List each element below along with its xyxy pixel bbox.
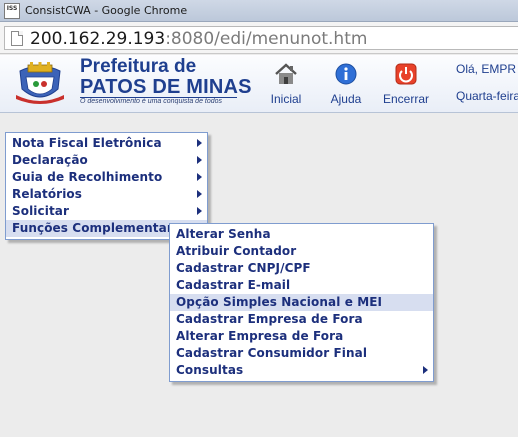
submenu-arrow-icon xyxy=(197,156,202,164)
submenu-arrow-icon xyxy=(423,366,428,374)
submenu-item-label: Cadastrar Consumidor Final xyxy=(176,346,368,360)
submenu-item-alterar-senha[interactable]: Alterar Senha xyxy=(170,226,433,243)
help-button[interactable]: Ajuda xyxy=(326,63,366,106)
menu-item-label: Solicitar xyxy=(12,204,69,218)
menu-item-label: Relatórios xyxy=(12,187,82,201)
menu-item-guia[interactable]: Guia de Recolhimento xyxy=(6,169,207,186)
site-header: Prefeitura de PATOS DE MINAS O desenvolv… xyxy=(0,55,518,113)
menu-item-declaracao[interactable]: Declaração xyxy=(6,152,207,169)
power-icon xyxy=(395,63,417,85)
help-label: Ajuda xyxy=(330,92,362,106)
submenu-arrow-icon xyxy=(197,190,202,198)
submenu-item-cadastrar-email[interactable]: Cadastrar E-mail xyxy=(170,277,433,294)
submenu-item-label: Alterar Senha xyxy=(176,227,271,241)
url-path: :8080/edi/menunot.htm xyxy=(165,29,368,49)
submenu-item-label: Cadastrar CNPJ/CPF xyxy=(176,261,311,275)
current-date: Quarta-feira xyxy=(456,89,518,103)
submenu-arrow-icon xyxy=(197,173,202,181)
submenu-item-label: Atribuir Contador xyxy=(176,244,297,258)
submenu-item-alterar-empresa-fora[interactable]: Alterar Empresa de Fora xyxy=(170,328,433,345)
window-titlebar: ISS ConsistCWA - Google Chrome xyxy=(0,0,518,22)
menu-item-solicitar[interactable]: Solicitar xyxy=(6,203,207,220)
submenu-item-label: Cadastrar Empresa de Fora xyxy=(176,312,363,326)
url-text: 200.162.29.193:8080/edi/menunot.htm xyxy=(30,29,367,49)
menu-item-label: Guia de Recolhimento xyxy=(12,170,163,184)
window-title: ConsistCWA - Google Chrome xyxy=(25,4,188,17)
user-greeting: Olá, EMPR xyxy=(456,62,517,76)
submenu-item-cadastrar-consumidor[interactable]: Cadastrar Consumidor Final xyxy=(170,345,433,362)
submenu-item-cadastrar-empresa-fora[interactable]: Cadastrar Empresa de Fora xyxy=(170,311,433,328)
menu-item-label: Funções Complementares xyxy=(12,221,189,235)
page-icon xyxy=(11,31,23,46)
submenu-item-label: Cadastrar E-mail xyxy=(176,278,291,292)
brand-tagline: O desenvolvimento é uma conquista de tod… xyxy=(80,98,223,105)
home-button[interactable]: Inicial xyxy=(268,63,304,106)
brand-subtitle: PATOS DE MINAS xyxy=(80,76,252,98)
submenu-arrow-icon xyxy=(197,139,202,147)
submenu-item-label: Alterar Empresa de Fora xyxy=(176,329,344,343)
url-input[interactable]: 200.162.29.193:8080/edi/menunot.htm xyxy=(4,26,518,50)
menu-item-label: Nota Fiscal Eletrônica xyxy=(12,136,162,150)
submenu-item-label: Consultas xyxy=(176,363,244,377)
brand-title: Prefeitura de xyxy=(80,56,197,77)
address-bar: 200.162.29.193:8080/edi/menunot.htm xyxy=(0,22,518,54)
url-host: 200.162.29.193 xyxy=(30,29,166,49)
submenu-arrow-icon xyxy=(197,207,202,215)
menu-item-relatorios[interactable]: Relatórios xyxy=(6,186,207,203)
info-icon xyxy=(335,63,357,85)
home-icon xyxy=(275,63,297,84)
submenu-item-label: Opção Simples Nacional e MEI xyxy=(176,295,383,309)
submenu-item-atribuir-contador[interactable]: Atribuir Contador xyxy=(170,243,433,260)
submenu-item-cadastrar-cnpj[interactable]: Cadastrar CNPJ/CPF xyxy=(170,260,433,277)
exit-label: Encerrar xyxy=(382,92,429,106)
menu-item-label: Declaração xyxy=(12,153,88,167)
submenu-item-opcao-simples[interactable]: Opção Simples Nacional e MEI xyxy=(170,294,433,311)
menu-item-nota-fiscal[interactable]: Nota Fiscal Eletrônica xyxy=(6,135,207,152)
app-icon: ISS xyxy=(4,3,20,19)
exit-button[interactable]: Encerrar xyxy=(377,63,435,106)
submenu-funcoes-complementares: Alterar Senha Atribuir Contador Cadastra… xyxy=(169,223,434,382)
home-label: Inicial xyxy=(270,92,302,106)
submenu-item-consultas[interactable]: Consultas xyxy=(170,362,433,379)
city-crest-logo xyxy=(16,62,64,104)
